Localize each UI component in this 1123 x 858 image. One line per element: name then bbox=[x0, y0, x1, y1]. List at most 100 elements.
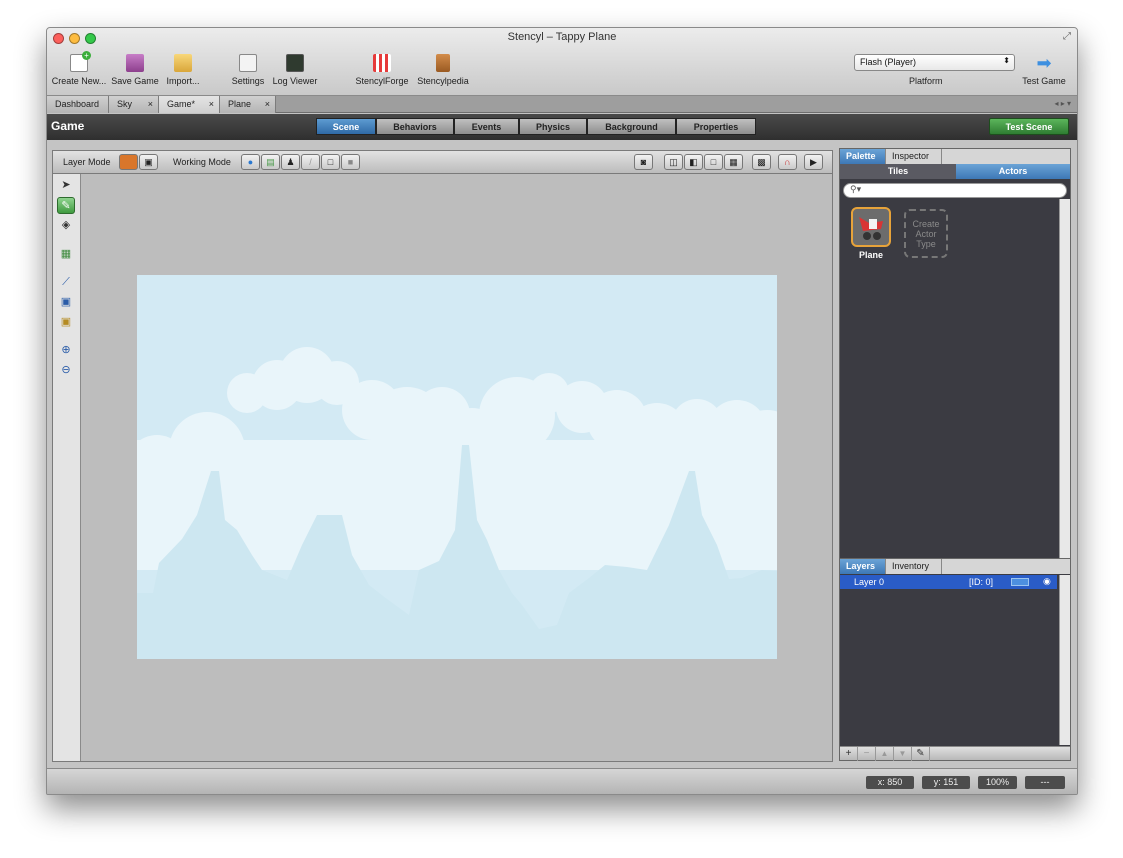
layer-name: Layer 0 bbox=[854, 577, 885, 587]
test-game-button[interactable]: ➡ Test Game bbox=[1017, 50, 1071, 92]
editor-header: Game Scene Behaviors Events Physics Back… bbox=[47, 114, 1077, 140]
region-tool-icon[interactable]: ▣ bbox=[57, 314, 75, 331]
move-layer-up-button[interactable]: ▲ bbox=[876, 747, 894, 761]
layer-tabs: Layers Inventory bbox=[840, 559, 1070, 574]
bucket-icon[interactable]: ◈ bbox=[57, 217, 75, 234]
bring-front-icon[interactable]: ◫ bbox=[664, 154, 683, 170]
working-mode-label: Working Mode bbox=[173, 157, 231, 167]
image-icon[interactable]: ▤ bbox=[261, 154, 280, 170]
scene-toolbar: Layer Mode ▣ Working Mode ● ▤ ♟ / □ ■ ◙ … bbox=[53, 151, 832, 174]
tab-plane[interactable]: Plane × bbox=[220, 96, 276, 113]
create-actor-type-button[interactable]: Create Actor Type bbox=[904, 209, 948, 258]
brush-icon[interactable]: / bbox=[301, 154, 320, 170]
tool-palette: ➤ ✎ ◈ ▦ ⟋ ▣ ▣ ⊕ ⊖ bbox=[53, 174, 81, 761]
tab-dashboard[interactable]: Dashboard bbox=[47, 96, 109, 113]
zoom-level: 100% bbox=[978, 776, 1017, 789]
fullscreen-icon[interactable]: ⤢ bbox=[1063, 31, 1071, 42]
tab-inventory[interactable]: Inventory bbox=[886, 559, 942, 574]
layer-mode-multi-button[interactable]: ▣ bbox=[139, 154, 158, 170]
frame-icon[interactable]: □ bbox=[704, 154, 723, 170]
arrow-right-icon: ➡ bbox=[1036, 53, 1052, 73]
tab-properties[interactable]: Properties bbox=[676, 118, 756, 135]
tab-events[interactable]: Events bbox=[454, 118, 519, 135]
grid-snap-icon[interactable]: ▩ bbox=[752, 154, 771, 170]
import-button[interactable]: Import... bbox=[162, 50, 204, 92]
platform-label: Platform bbox=[909, 76, 943, 86]
layer-color-swatch[interactable] bbox=[1011, 578, 1029, 586]
tab-physics[interactable]: Physics bbox=[519, 118, 587, 135]
title-bar: Stencyl – Tappy Plane ⤢ + Create New... … bbox=[47, 28, 1077, 96]
close-tab-icon[interactable]: × bbox=[265, 99, 270, 109]
layer-mode-single-button[interactable] bbox=[119, 154, 138, 170]
tab-actors[interactable]: Actors bbox=[956, 164, 1070, 179]
layer-id: [ID: 0] bbox=[969, 577, 994, 587]
pencil-icon[interactable]: ✎ bbox=[57, 197, 75, 214]
send-back-icon[interactable]: ◧ bbox=[684, 154, 703, 170]
tab-background[interactable]: Background bbox=[587, 118, 676, 135]
select-arrows-icon: ⬍ bbox=[1003, 56, 1010, 65]
scene-editor: Layer Mode ▣ Working Mode ● ▤ ♟ / □ ■ ◙ … bbox=[52, 150, 833, 762]
create-new-button[interactable]: + Create New... bbox=[50, 50, 108, 92]
grid-icon[interactable]: ▦ bbox=[724, 154, 743, 170]
rectangle-icon[interactable]: ▣ bbox=[57, 294, 75, 311]
settings-button[interactable]: Settings bbox=[227, 50, 269, 92]
status-extra: --- bbox=[1025, 776, 1065, 789]
eye-icon[interactable]: ◉ bbox=[1043, 576, 1051, 587]
globe-icon[interactable]: ● bbox=[241, 154, 260, 170]
tab-scroll-arrows-icon[interactable]: ◂ ▸ ▾ bbox=[1055, 99, 1072, 108]
layer-controls: + − ▲ ▼ ✎ bbox=[840, 746, 1070, 761]
stencylforge-button[interactable]: StencylForge bbox=[353, 50, 411, 92]
layers-scrollbar[interactable] bbox=[1059, 575, 1070, 745]
scene-canvas-area[interactable] bbox=[82, 174, 832, 761]
terrain-icon[interactable]: ■ bbox=[341, 154, 360, 170]
x-coordinate: x: 850 bbox=[866, 776, 914, 789]
palette-scrollbar[interactable] bbox=[1059, 199, 1070, 559]
tab-palette[interactable]: Palette bbox=[840, 149, 886, 164]
settings-icon bbox=[239, 54, 257, 72]
window-title: Stencyl – Tappy Plane bbox=[507, 31, 617, 43]
pointer-icon[interactable]: ➤ bbox=[57, 177, 75, 194]
remove-layer-button[interactable]: − bbox=[858, 747, 876, 761]
close-tab-icon[interactable]: × bbox=[148, 99, 153, 109]
stencylpedia-button[interactable]: Stencylpedia bbox=[413, 50, 473, 92]
zoom-out-icon[interactable]: ⊖ bbox=[57, 362, 75, 379]
zoom-in-icon[interactable]: ⊕ bbox=[57, 342, 75, 359]
tile-stamp-icon[interactable]: ▦ bbox=[57, 246, 75, 263]
log-viewer-button[interactable]: Log Viewer bbox=[269, 50, 321, 92]
tab-game[interactable]: Game* × bbox=[159, 96, 220, 113]
tab-behaviors[interactable]: Behaviors bbox=[376, 118, 454, 135]
actor-plane-tile[interactable] bbox=[851, 207, 891, 247]
tab-tiles[interactable]: Tiles bbox=[840, 164, 956, 179]
layers-panel: Layers Inventory Layer 0 [ID: 0] ◉ + − ▲… bbox=[839, 558, 1071, 761]
app-window: Stencyl – Tappy Plane ⤢ + Create New... … bbox=[46, 27, 1078, 795]
status-bar: x: 850 y: 151 100% --- bbox=[47, 768, 1077, 794]
actor-icon[interactable]: ♟ bbox=[281, 154, 300, 170]
tab-inspector[interactable]: Inspector bbox=[886, 149, 942, 164]
search-icon: ⚲▾ bbox=[850, 184, 862, 194]
document-tabs: Dashboard Sky × Game* × Plane × ◂ ▸ ▾ bbox=[47, 96, 1077, 113]
palette-subtabs: Tiles Actors bbox=[840, 164, 1070, 179]
magnet-icon[interactable]: ∩ bbox=[778, 154, 797, 170]
move-layer-down-button[interactable]: ▼ bbox=[894, 747, 912, 761]
line-icon[interactable]: ⟋ bbox=[57, 274, 75, 291]
test-scene-button[interactable]: Test Scene bbox=[989, 118, 1069, 135]
edit-layer-icon[interactable]: ✎ bbox=[912, 747, 930, 761]
stencylpedia-icon bbox=[436, 54, 450, 72]
add-layer-button[interactable]: + bbox=[840, 747, 858, 761]
tab-scene[interactable]: Scene bbox=[316, 118, 376, 135]
close-tab-icon[interactable]: × bbox=[209, 99, 214, 109]
palette-panel: Palette Inspector Tiles Actors ⚲▾ Plane … bbox=[839, 148, 1071, 560]
palette-search-input[interactable]: ⚲▾ bbox=[843, 183, 1067, 198]
scene-canvas[interactable] bbox=[137, 275, 777, 659]
camera-icon[interactable]: ◙ bbox=[634, 154, 653, 170]
tab-sky[interactable]: Sky × bbox=[109, 96, 159, 113]
play-icon[interactable]: ▶ bbox=[804, 154, 823, 170]
tab-layers[interactable]: Layers bbox=[840, 559, 886, 574]
save-game-button[interactable]: Save Game bbox=[110, 50, 160, 92]
region-icon[interactable]: □ bbox=[321, 154, 340, 170]
page-title: Game bbox=[51, 119, 85, 133]
platform-select[interactable]: Flash (Player) ⬍ bbox=[854, 54, 1015, 71]
layer-row[interactable]: Layer 0 [ID: 0] ◉ bbox=[840, 575, 1057, 589]
y-coordinate: y: 151 bbox=[922, 776, 970, 789]
import-icon bbox=[174, 54, 192, 72]
